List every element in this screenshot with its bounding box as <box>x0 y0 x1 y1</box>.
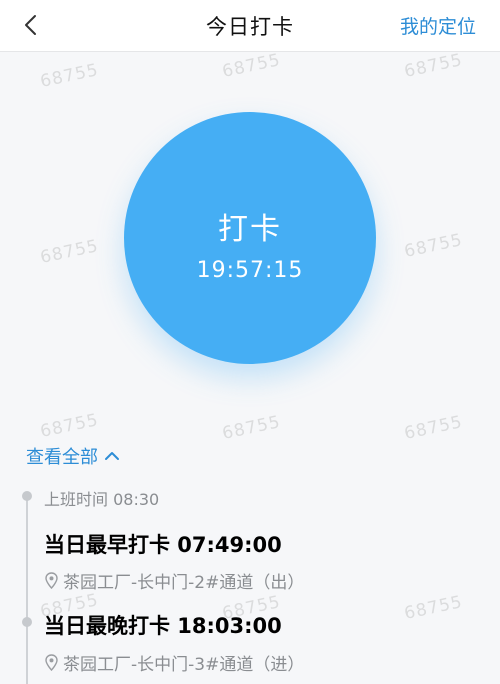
chevron-up-icon <box>105 452 119 460</box>
timeline-line <box>26 496 28 684</box>
current-time: 19:57:15 <box>196 258 304 283</box>
watermark: 68755 <box>38 60 101 92</box>
location-pin-icon <box>45 572 58 589</box>
clock-in-button[interactable]: 打卡 19:57:15 <box>124 112 376 364</box>
my-location-link[interactable]: 我的定位 <box>400 12 476 39</box>
timeline-dot <box>22 491 32 501</box>
earliest-punch: 当日最早打卡 07:49:00 <box>44 533 282 557</box>
watermark: 68755 <box>220 412 283 444</box>
location-text: 茶园工厂-长中门-3#通道（进） <box>63 655 305 675</box>
location-pin-icon <box>45 654 58 671</box>
latest-punch: 当日最晚打卡 18:03:00 <box>44 614 282 638</box>
watermark: 68755 <box>402 412 465 444</box>
watermark: 68755 <box>38 410 101 442</box>
view-all-toggle[interactable]: 查看全部 <box>26 443 120 469</box>
watermark: 68755 <box>38 236 101 268</box>
watermark: 68755 <box>402 230 465 262</box>
clock-in-label: 打卡 <box>218 212 282 247</box>
watermark: 68755 <box>220 50 283 82</box>
watermark: 68755 <box>402 592 465 624</box>
timeline-dot <box>22 617 32 627</box>
shift-start-time: 上班时间 08:30 <box>44 490 160 509</box>
view-all-label: 查看全部 <box>26 447 98 468</box>
latest-punch-location: 茶园工厂-长中门-3#通道（进） <box>44 650 304 675</box>
top-bar: 今日打卡 我的定位 <box>0 0 500 52</box>
watermark: 68755 <box>402 50 465 82</box>
clock-in-page: 今日打卡 我的定位 68755 68755 68755 68755 68755 … <box>0 0 500 684</box>
location-text: 茶园工厂-长中门-2#通道（出） <box>63 573 305 593</box>
earliest-punch-location: 茶园工厂-长中门-2#通道（出） <box>44 568 304 593</box>
